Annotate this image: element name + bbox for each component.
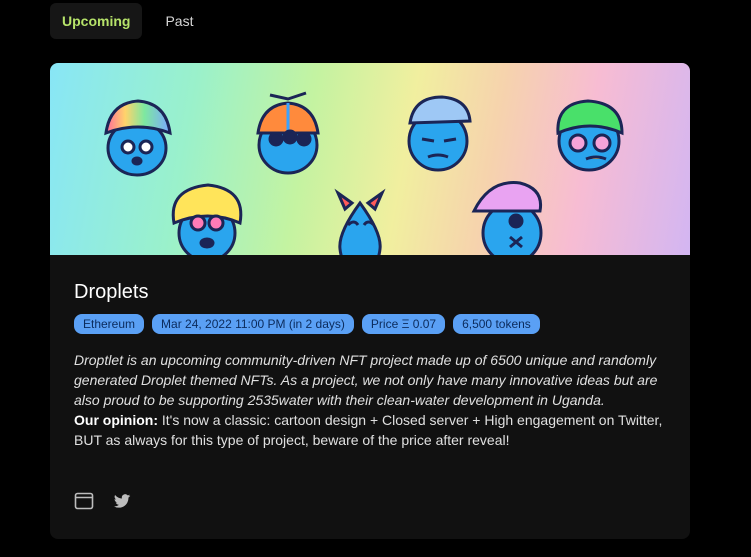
date-badge: Mar 24, 2022 11:00 PM (in 2 days) (152, 314, 354, 334)
tab-past[interactable]: Past (148, 3, 210, 39)
twitter-icon[interactable] (112, 491, 132, 511)
project-title: Droplets (74, 281, 149, 303)
tab-upcoming[interactable]: Upcoming (50, 3, 143, 39)
project-banner-image (50, 63, 690, 255)
price-badge: Price Ξ 0.07 (361, 314, 446, 334)
chain-badge: Ethereum (74, 314, 145, 334)
opinion-label: Our opinion: (74, 412, 158, 428)
browser-window-icon[interactable] (74, 491, 94, 511)
tab-bar: Upcoming Past (50, 3, 210, 39)
droplet-green-hair (556, 99, 624, 172)
droplet-sleepy-cap (407, 95, 472, 172)
droplet-devil-horns (334, 188, 386, 255)
droplet-pink-cap (471, 181, 543, 255)
project-description-block: Droptlet is an upcoming community-driven… (74, 350, 664, 450)
project-card: Droplets Ethereum Mar 24, 2022 11:00 PM … (50, 63, 690, 539)
supply-badge: 6,500 tokens (453, 314, 540, 334)
project-links (74, 491, 132, 511)
droplet-bucket-hat (104, 99, 172, 177)
project-badges: Ethereum Mar 24, 2022 11:00 PM (in 2 day… (74, 314, 540, 334)
project-description: Droptlet is an upcoming community-driven… (74, 352, 658, 408)
opinion-text: It's now a classic: cartoon design + Clo… (74, 412, 663, 448)
droplets-illustration (104, 91, 624, 255)
droplet-yellow-afro (171, 183, 243, 255)
droplet-propeller-cap (256, 91, 320, 175)
project-opinion: Our opinion: It's now a classic: cartoon… (74, 410, 664, 450)
